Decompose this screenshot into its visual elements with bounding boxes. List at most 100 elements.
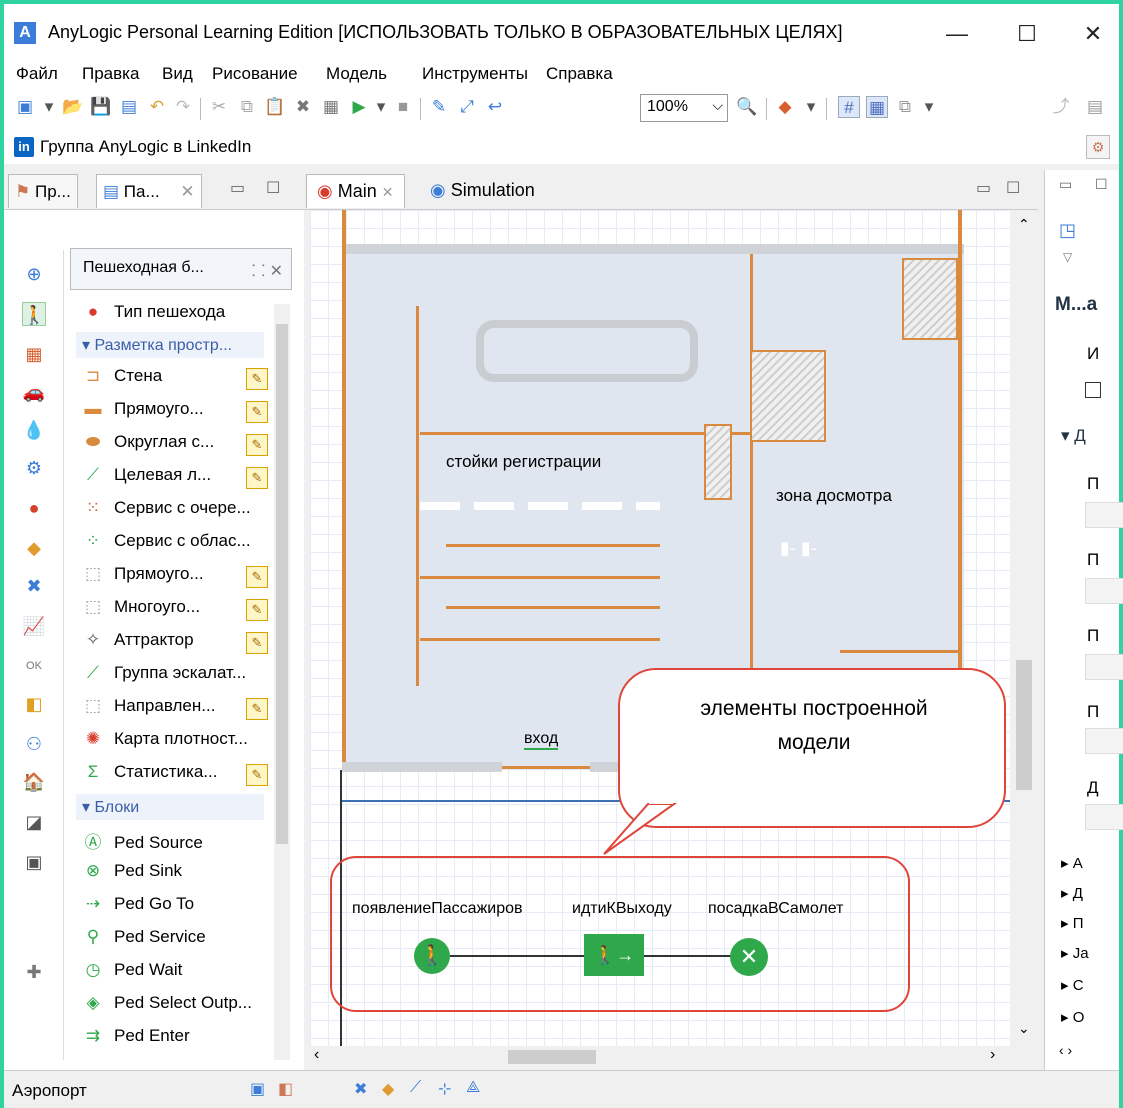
ped-goto-block[interactable]: 🚶→ bbox=[584, 934, 644, 976]
new-dropdown-icon[interactable]: ▾ bbox=[38, 96, 60, 118]
prop-collapsed-6[interactable]: ▸ О bbox=[1061, 1008, 1084, 1026]
style-dropdown-icon[interactable]: ▾ bbox=[800, 96, 822, 118]
space-markup-icon[interactable]: ✖ bbox=[22, 574, 46, 598]
tab-simulation[interactable]: ◉ Simulation bbox=[420, 174, 545, 208]
undo-icon[interactable]: ↶ bbox=[146, 96, 168, 118]
edit-pencil-icon[interactable]: ✎ bbox=[246, 467, 268, 489]
maximize-properties-icon[interactable]: ☐ bbox=[1095, 176, 1108, 193]
properties-icon[interactable]: ◳ bbox=[1059, 220, 1076, 241]
palette-item-ped-service[interactable]: ⚲ Ped Service bbox=[80, 927, 268, 955]
prop-field-5[interactable] bbox=[1085, 804, 1123, 830]
menu-file[interactable]: Файл bbox=[16, 64, 58, 84]
agent-icon[interactable]: ● bbox=[22, 496, 46, 520]
tab-main[interactable]: ◉ Main ✕ bbox=[306, 174, 405, 208]
maximize-editor-icon[interactable]: ☐ bbox=[1006, 178, 1020, 198]
tab-palette-close[interactable]: ✕ bbox=[180, 182, 194, 201]
analysis-icon[interactable]: 📈 bbox=[22, 614, 46, 638]
palette-item-wall[interactable]: ⊐ Стена ✎ bbox=[80, 366, 268, 394]
palette-item-queue-service[interactable]: ⁙ Сервис с очере... bbox=[80, 498, 268, 526]
menu-view[interactable]: Вид bbox=[162, 64, 193, 84]
menu-draw[interactable]: Рисование bbox=[212, 64, 298, 84]
prop-field-3[interactable] bbox=[1085, 654, 1123, 680]
save-all-icon[interactable]: ▤ bbox=[118, 96, 140, 118]
folder-icon[interactable]: ▣ bbox=[22, 850, 46, 874]
node-shortcut-icon[interactable]: ⊹ bbox=[438, 1079, 451, 1099]
perspective-icon[interactable]: ⤴ bbox=[1050, 96, 1072, 118]
prop-collapsed-5[interactable]: ▸ С bbox=[1061, 976, 1084, 994]
palette-item-round-wall[interactable]: ⬬ Округлая с... ✎ bbox=[80, 432, 268, 460]
edit-pencil-icon[interactable]: ✎ bbox=[246, 698, 268, 720]
horizontal-scroll-thumb[interactable] bbox=[508, 1050, 596, 1064]
palette-item-rect-wall[interactable]: ▬ Прямоуго... ✎ bbox=[80, 399, 268, 427]
palette-scrollbar[interactable] bbox=[274, 304, 290, 1060]
pictures-icon[interactable]: 🏠 bbox=[22, 770, 46, 794]
edit-pencil-icon[interactable]: ✎ bbox=[246, 401, 268, 423]
redo-icon[interactable]: ↷ bbox=[172, 96, 194, 118]
minimize-editor-icon[interactable]: ▭ bbox=[976, 178, 991, 198]
edit-pencil-icon[interactable]: ✎ bbox=[246, 632, 268, 654]
new-model-icon[interactable]: ▣ bbox=[14, 96, 36, 118]
linkedin-link[interactable]: Группа AnyLogic в LinkedIn bbox=[40, 137, 251, 157]
grid-icon[interactable]: # bbox=[838, 96, 860, 118]
style-icon[interactable]: ◆ bbox=[774, 96, 796, 118]
palette-scroll-thumb[interactable] bbox=[276, 324, 288, 844]
minimize-properties-icon[interactable]: ▭ bbox=[1059, 176, 1072, 193]
palette-item-attractor[interactable]: ✧ Аттрактор ✎ bbox=[80, 630, 268, 658]
select-icon[interactable]: ✎ bbox=[428, 96, 450, 118]
palette-header-actions[interactable]: ⸬ ✕ bbox=[252, 259, 283, 281]
run-icon[interactable]: ▶ bbox=[348, 96, 370, 118]
section-markup[interactable]: ▾ Разметка простр... bbox=[76, 332, 264, 358]
view-menu-icon[interactable]: ▽ bbox=[1063, 250, 1072, 264]
prop-checkbox[interactable] bbox=[1085, 382, 1101, 398]
run-dropdown-icon[interactable]: ▾ bbox=[370, 96, 392, 118]
vertical-scroll-thumb[interactable] bbox=[1016, 660, 1032, 790]
tab-palette[interactable]: ▤ Па... ✕ bbox=[96, 174, 202, 208]
maximize-view-icon[interactable]: ☐ bbox=[266, 178, 280, 198]
canvas-horizontal-scrollbar[interactable]: ‹ › bbox=[310, 1046, 1010, 1068]
3d-objects-icon[interactable]: ◪ bbox=[22, 810, 46, 834]
tab-projects[interactable]: ⚑ Пр... bbox=[8, 174, 78, 208]
system-dynamics-icon[interactable]: ⚇ bbox=[22, 732, 46, 756]
copy-icon[interactable]: ⧉ bbox=[236, 96, 258, 118]
scroll-up-icon[interactable]: ⌃ bbox=[1018, 216, 1030, 233]
palette-item-ped-wait[interactable]: ◷ Ped Wait bbox=[80, 960, 268, 988]
problems-icon[interactable]: ◧ bbox=[278, 1079, 293, 1099]
palette-item-rect-area[interactable]: ⬚ Прямоуго... ✎ bbox=[80, 564, 268, 592]
menu-help[interactable]: Справка bbox=[546, 64, 613, 84]
scroll-left-icon[interactable]: ‹ bbox=[314, 1046, 319, 1064]
paste-icon[interactable]: 📋 bbox=[264, 96, 286, 118]
zoom-fit-icon[interactable]: ⤢ bbox=[456, 96, 478, 118]
stop-icon[interactable]: ■ bbox=[392, 96, 414, 118]
edit-pencil-icon[interactable]: ✎ bbox=[246, 434, 268, 456]
cut-icon[interactable]: ✂ bbox=[208, 96, 230, 118]
prop-field-2[interactable] bbox=[1085, 578, 1123, 604]
menu-tools[interactable]: Инструменты bbox=[422, 64, 528, 84]
process-library-icon[interactable]: ⊕ bbox=[22, 262, 46, 286]
menu-edit[interactable]: Правка bbox=[82, 64, 139, 84]
add-palette-icon[interactable]: ✚ bbox=[22, 960, 46, 984]
close-button[interactable]: ✕ bbox=[1070, 16, 1116, 52]
palette-item-ped-type[interactable]: ● Тип пешехода bbox=[80, 302, 268, 330]
palette-item-direction[interactable]: ⬚ Направлен... ✎ bbox=[80, 696, 268, 724]
palette-item-ped-goto[interactable]: ⇢ Ped Go To bbox=[80, 894, 268, 922]
connectivity-icon[interactable]: ◧ bbox=[22, 692, 46, 716]
zoom-in-icon[interactable]: 🔍 bbox=[736, 96, 758, 118]
prop-collapsed-3[interactable]: ▸ П bbox=[1061, 914, 1083, 932]
prop-section-expanded[interactable]: ▾ Д bbox=[1061, 426, 1086, 446]
pedestrian-library-icon[interactable]: 🚶 bbox=[22, 302, 46, 326]
ped-sink-block[interactable]: ✕ bbox=[730, 938, 768, 976]
palette-item-polygon-area[interactable]: ⬚ Многоуго... ✎ bbox=[80, 597, 268, 625]
fluid-library-icon[interactable]: 💧 bbox=[22, 418, 46, 442]
ped-source-block[interactable]: 🚶 bbox=[414, 938, 450, 974]
edit-pencil-icon[interactable]: ✎ bbox=[246, 764, 268, 786]
presentation-shortcut-icon[interactable]: ◆ bbox=[382, 1079, 394, 1099]
layers-icon[interactable]: ⧉ bbox=[894, 96, 916, 118]
markup-shortcut-icon[interactable]: ✖ bbox=[354, 1079, 367, 1099]
palette-item-ped-select-output[interactable]: ◈ Ped Select Outp... bbox=[80, 993, 268, 1021]
maximize-button[interactable]: ☐ bbox=[1004, 16, 1050, 52]
prop-field-1[interactable] bbox=[1085, 502, 1123, 528]
delete-icon[interactable]: ✖ bbox=[292, 96, 314, 118]
palette-item-escalator[interactable]: ⟋ Группа эскалат... bbox=[80, 663, 268, 691]
save-icon[interactable]: 💾 bbox=[90, 96, 112, 118]
scroll-down-icon[interactable]: ⌄ bbox=[1018, 1020, 1030, 1037]
